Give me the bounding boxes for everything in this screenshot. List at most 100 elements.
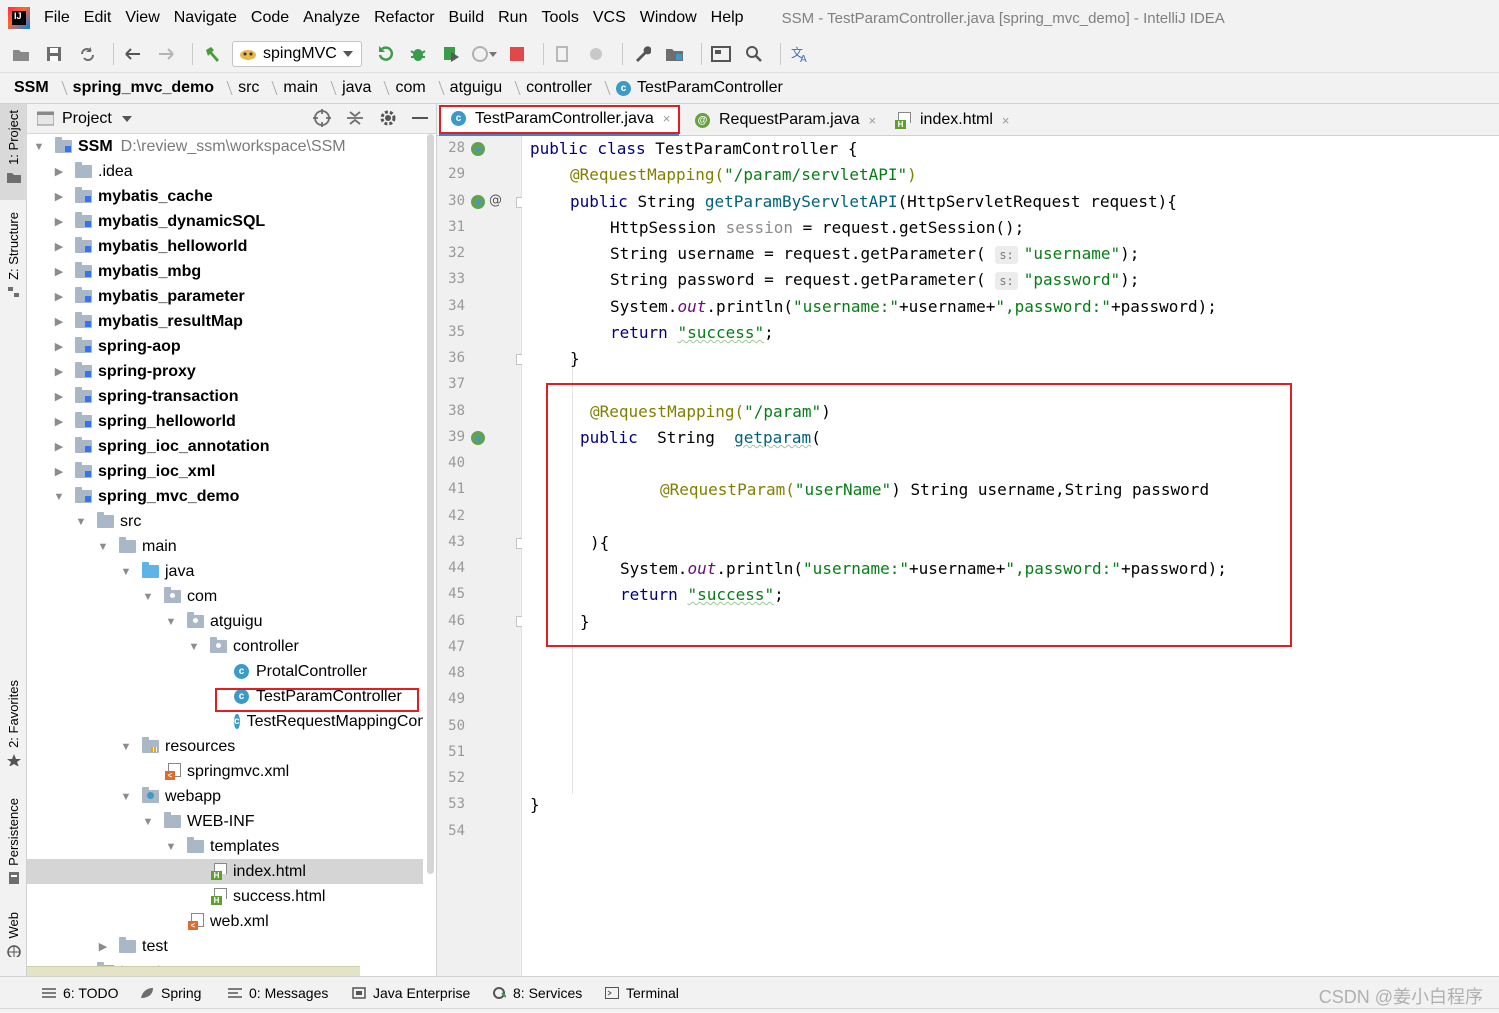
tree-item-java[interactable]: ▼ java xyxy=(27,559,423,584)
hide-panel-icon[interactable] xyxy=(412,108,428,128)
tree-item-module[interactable]: ▶ mybatis_helloworld xyxy=(27,234,423,259)
tree-item-ssm[interactable]: ▼ SSM D:\review_ssm\workspace\SSM xyxy=(27,134,423,159)
expanded-arrow-icon[interactable]: ▼ xyxy=(53,491,65,503)
menu-analyze[interactable]: Analyze xyxy=(303,9,360,27)
tool-tab-project[interactable]: 1: Project xyxy=(0,104,27,200)
tree-item-resources[interactable]: ▼ resources xyxy=(27,734,423,759)
breadcrumb-item-controller[interactable]: controller xyxy=(526,79,592,97)
breadcrumb-item-spring-mvc-demo[interactable]: spring_mvc_demo xyxy=(73,79,214,97)
breadcrumb-item-src[interactable]: src xyxy=(238,79,259,97)
tree-item-idea[interactable]: ▶ .idea xyxy=(27,159,423,184)
tool-tab-services[interactable]: 8: Services xyxy=(492,985,582,1001)
run-with-coverage-icon[interactable] xyxy=(438,41,464,67)
expanded-arrow-icon[interactable]: ▼ xyxy=(142,816,154,828)
tree-item-protalcontroller[interactable]: c ProtalController xyxy=(27,659,423,684)
run-configuration-select[interactable]: spingMVC xyxy=(232,41,362,67)
synchronize-icon[interactable] xyxy=(74,41,100,67)
tree-item-testrequestmappingcontroller[interactable]: c TestRequestMappingController xyxy=(27,709,423,734)
tool-tab-structure[interactable]: Z: Structure xyxy=(0,212,27,316)
collapsed-arrow-icon[interactable]: ▶ xyxy=(53,466,65,478)
tool-tab-java-enterprise[interactable]: Java Enterprise xyxy=(352,985,470,1001)
spring-request-mapping-icon[interactable] xyxy=(471,431,485,445)
tree-item-web-xml[interactable]: web.xml xyxy=(27,909,423,934)
tree-item-module[interactable]: ▶ spring-transaction xyxy=(27,384,423,409)
menu-refactor[interactable]: Refactor xyxy=(374,9,434,27)
expanded-arrow-icon[interactable]: ▼ xyxy=(120,741,132,753)
menu-code[interactable]: Code xyxy=(251,9,289,27)
menu-window[interactable]: Window xyxy=(640,9,697,27)
back-arrow-icon[interactable] xyxy=(120,41,146,67)
collapsed-arrow-icon[interactable]: ▶ xyxy=(53,216,65,228)
collapsed-arrow-icon[interactable]: ▶ xyxy=(53,316,65,328)
menu-tools[interactable]: Tools xyxy=(541,9,578,27)
rerun-icon[interactable] xyxy=(372,41,398,67)
breadcrumb-item-java[interactable]: java xyxy=(342,79,371,97)
spring-request-mapping-icon[interactable] xyxy=(471,195,485,209)
collapsed-arrow-icon[interactable]: ▶ xyxy=(53,441,65,453)
spring-bean-icon[interactable] xyxy=(471,142,485,156)
tree-item-springmvc-xml[interactable]: springmvc.xml xyxy=(27,759,423,784)
tree-item-templates[interactable]: ▼ templates xyxy=(27,834,423,859)
tree-item-module[interactable]: ▶ mybatis_parameter xyxy=(27,284,423,309)
stop-icon[interactable] xyxy=(504,41,530,67)
menu-run[interactable]: Run xyxy=(498,9,527,27)
gear-icon[interactable] xyxy=(378,108,398,128)
tree-item-main[interactable]: ▼ main xyxy=(27,534,423,559)
settings-wrench-icon[interactable] xyxy=(629,41,655,67)
expanded-arrow-icon[interactable]: ▼ xyxy=(120,566,132,578)
breadcrumb-item-atguigu[interactable]: atguigu xyxy=(450,79,503,97)
tree-item-test[interactable]: ▶ test xyxy=(27,934,423,959)
close-icon[interactable]: × xyxy=(1002,113,1010,128)
tool-tab-web[interactable]: Web xyxy=(0,912,27,968)
tree-horizontal-scrollbar[interactable] xyxy=(27,966,360,976)
tree-item-module[interactable]: ▶ mybatis_dynamicSQL xyxy=(27,209,423,234)
tree-item-controller[interactable]: ▼ controller xyxy=(27,634,423,659)
forward-arrow-icon[interactable] xyxy=(153,41,179,67)
annotation-marker-icon[interactable]: @ xyxy=(489,193,503,208)
tab-index-html[interactable]: index.html × xyxy=(883,104,1023,136)
collapsed-arrow-icon[interactable]: ▶ xyxy=(53,341,65,353)
search-icon[interactable] xyxy=(741,41,767,67)
tree-item-spring-mvc-demo[interactable]: ▼ spring_mvc_demo xyxy=(27,484,423,509)
tool-tab-messages[interactable]: 0: Messages xyxy=(228,985,328,1001)
tree-item-web-inf[interactable]: ▼ WEB-INF xyxy=(27,809,423,834)
tree-vertical-scrollbar[interactable] xyxy=(427,134,434,874)
breadcrumb-item-main[interactable]: main xyxy=(283,79,318,97)
expanded-arrow-icon[interactable]: ▼ xyxy=(142,591,154,603)
tree-item-module[interactable]: ▶ spring_helloworld xyxy=(27,409,423,434)
tree-item-atguigu[interactable]: ▼ atguigu xyxy=(27,609,423,634)
expanded-arrow-icon[interactable]: ▼ xyxy=(165,616,177,628)
breadcrumb-item-com[interactable]: com xyxy=(395,79,425,97)
tool-tab-persistence[interactable]: Persistence xyxy=(0,798,27,894)
debug-bug-icon[interactable] xyxy=(405,41,431,67)
breadcrumb-item-testparamcontroller[interactable]: TestParamController xyxy=(637,79,783,97)
menu-build[interactable]: Build xyxy=(449,9,485,27)
collapsed-arrow-icon[interactable]: ▶ xyxy=(53,166,65,178)
menu-edit[interactable]: Edit xyxy=(84,9,112,27)
tree-item-module[interactable]: ▶ spring_ioc_annotation xyxy=(27,434,423,459)
attach-debugger-icon[interactable] xyxy=(550,41,576,67)
breadcrumb-item-ssm[interactable]: SSM xyxy=(14,79,49,97)
menu-file[interactable]: File xyxy=(44,9,70,27)
tab-requestparam[interactable]: @ RequestParam.java × xyxy=(683,104,881,136)
collapsed-arrow-icon[interactable]: ▶ xyxy=(53,241,65,253)
save-all-icon[interactable] xyxy=(41,41,67,67)
update-running-app-icon[interactable] xyxy=(583,41,609,67)
menu-vcs[interactable]: VCS xyxy=(593,9,626,27)
close-icon[interactable]: × xyxy=(869,113,877,128)
menu-navigate[interactable]: Navigate xyxy=(174,9,237,27)
collapsed-arrow-icon[interactable]: ▶ xyxy=(53,266,65,278)
expanded-arrow-icon[interactable]: ▼ xyxy=(75,516,87,528)
tree-item-module[interactable]: ▶ spring_ioc_xml xyxy=(27,459,423,484)
expanded-arrow-icon[interactable]: ▼ xyxy=(188,641,200,653)
tool-tab-spring[interactable]: Spring xyxy=(140,985,201,1001)
expanded-arrow-icon[interactable]: ▼ xyxy=(33,141,45,153)
tree-item-module[interactable]: ▶ spring-aop xyxy=(27,334,423,359)
tree-item-success-html[interactable]: success.html xyxy=(27,884,423,909)
collapsed-arrow-icon[interactable]: ▶ xyxy=(53,366,65,378)
collapsed-arrow-icon[interactable]: ▶ xyxy=(97,941,109,953)
menu-view[interactable]: View xyxy=(125,9,159,27)
tree-item-module[interactable]: ▶ mybatis_cache xyxy=(27,184,423,209)
tool-tab-terminal[interactable]: Terminal xyxy=(605,985,679,1001)
expanded-arrow-icon[interactable]: ▼ xyxy=(165,841,177,853)
